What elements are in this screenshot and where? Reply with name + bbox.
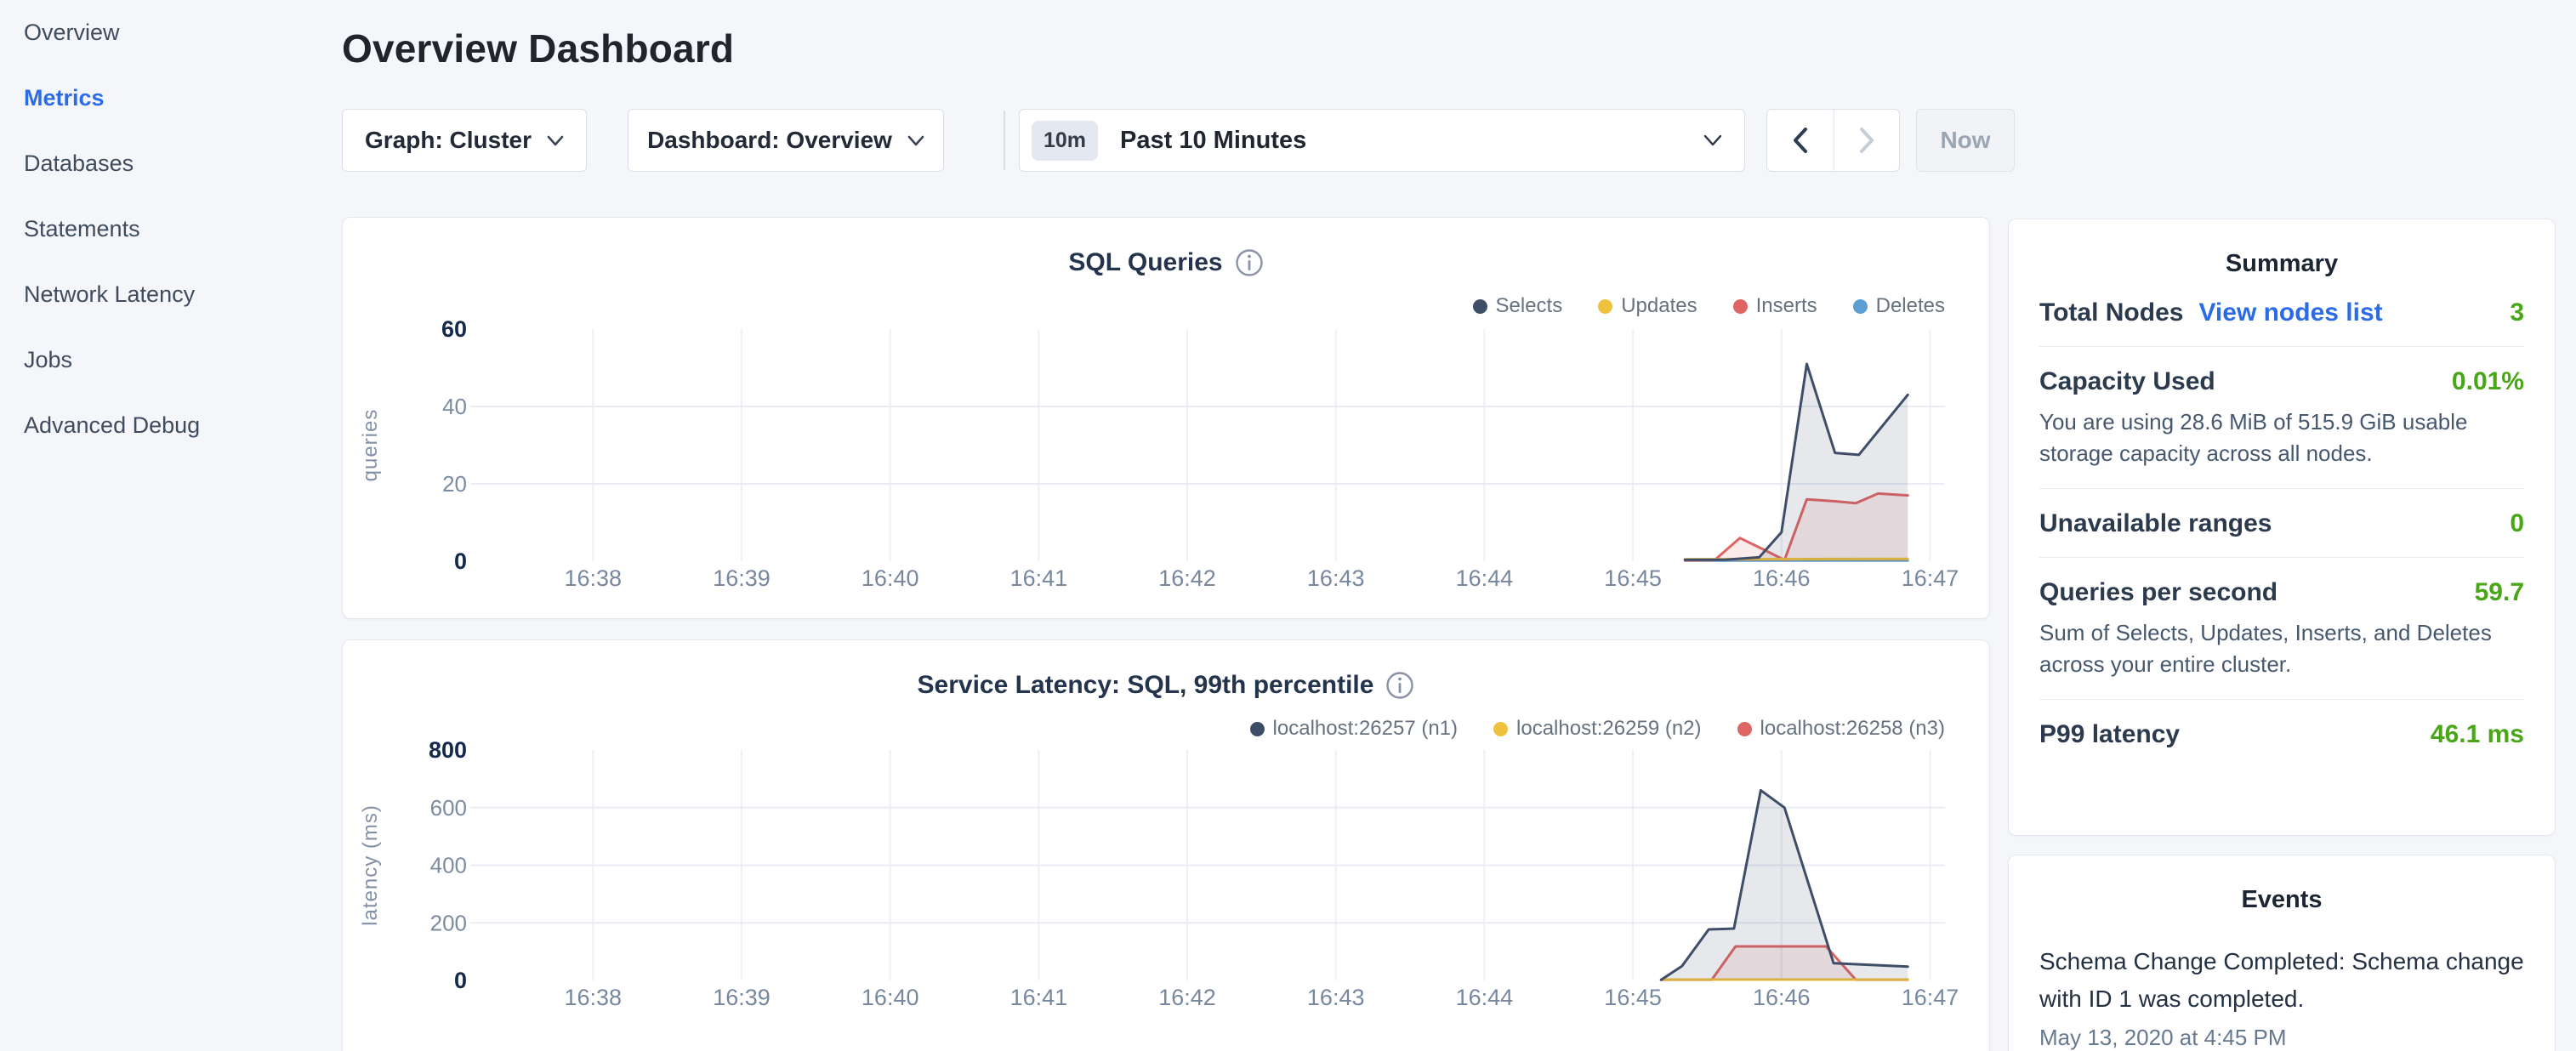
summary-value: 59.7 [2475,578,2524,607]
svg-text:16:41: 16:41 [1010,985,1068,1010]
svg-text:16:45: 16:45 [1604,985,1662,1010]
svg-text:16:42: 16:42 [1158,565,1216,591]
dashboard-dropdown[interactable]: Dashboard: Overview [628,109,944,172]
page-title: Overview Dashboard [342,26,734,71]
svg-text:16:47: 16:47 [1902,565,1959,591]
svg-text:0: 0 [454,548,467,574]
summary-label: Unavailable ranges [2039,509,2272,538]
svg-text:16:39: 16:39 [713,985,771,1010]
svg-text:16:40: 16:40 [862,985,919,1010]
service-latency-chart: 16:38 16:39 16:40 16:41 16:42 16:43 16:44 16:45… [343,640,1991,1051]
svg-text:16:45: 16:45 [1604,565,1662,591]
chevron-down-icon [547,135,564,146]
now-button[interactable]: Now [1916,109,2015,172]
prev-range-button[interactable] [1767,110,1834,171]
sidebar-item-databases[interactable]: Databases [0,131,340,196]
summary-label: Capacity Used [2039,367,2215,396]
svg-text:16:38: 16:38 [565,985,623,1010]
summary-value: 3 [2510,298,2524,327]
chevron-right-icon [1859,128,1874,153]
sidebar-item-metrics[interactable]: Metrics [0,65,340,131]
sidebar: Overview Metrics Databases Statements Ne… [0,0,340,1051]
time-step-buttons [1766,109,1900,172]
summary-panel: Summary Total Nodes View nodes list 3 Ca… [2008,219,2556,836]
svg-text:16:44: 16:44 [1456,565,1514,591]
service-latency-chart-card: Service Latency: SQL, 99th percentile lo… [342,639,1990,1051]
svg-text:16:46: 16:46 [1753,985,1811,1010]
event-timestamp: May 13, 2020 at 4:45 PM [2039,1025,2524,1051]
summary-row-p99-latency: P99 latency 46.1 ms [2039,700,2524,768]
sidebar-item-advanced-debug[interactable]: Advanced Debug [0,393,340,458]
time-range-label: Past 10 Minutes [1120,127,1703,155]
svg-text:20: 20 [442,471,467,497]
sidebar-item-statements[interactable]: Statements [0,196,340,262]
svg-text:16:40: 16:40 [862,565,919,591]
svg-text:40: 40 [442,394,467,419]
chevron-left-icon [1793,128,1808,153]
chevron-down-icon [907,135,924,146]
sql-queries-chart: 16:38 16:39 16:40 16:41 16:42 16:43 16:44 16:45… [343,218,1991,620]
overview-dashboard-page: Overview Metrics Databases Statements Ne… [0,0,2576,1051]
graph-dropdown[interactable]: Graph: Cluster [342,109,587,172]
summary-label: P99 latency [2039,720,2180,749]
svg-text:16:39: 16:39 [713,565,771,591]
svg-text:queries: queries [359,409,382,482]
summary-row-unavailable-ranges: Unavailable ranges 0 [2039,489,2524,558]
svg-text:16:38: 16:38 [565,565,623,591]
event-message: Schema Change Completed: Schema change w… [2039,943,2524,1018]
sql-queries-chart-card: SQL Queries SelectsUpdatesInsertsDeletes… [342,217,1990,619]
sidebar-item-overview[interactable]: Overview [0,0,340,65]
sidebar-item-jobs[interactable]: Jobs [0,327,340,393]
svg-text:16:47: 16:47 [1902,985,1959,1010]
view-nodes-list-link[interactable]: View nodes list [2198,298,2382,327]
svg-text:16:46: 16:46 [1753,565,1811,591]
svg-text:16:41: 16:41 [1010,565,1068,591]
summary-row-total-nodes: Total Nodes View nodes list 3 [2039,278,2524,347]
dashboard-dropdown-label: Dashboard: Overview [647,127,892,154]
svg-text:latency (ms): latency (ms) [359,804,382,926]
svg-text:400: 400 [430,853,467,878]
next-range-button[interactable] [1834,110,1900,171]
events-heading: Events [2039,886,2524,914]
svg-text:200: 200 [430,910,467,935]
summary-value: 46.1 ms [2431,720,2524,749]
svg-text:800: 800 [429,737,467,763]
time-range-selector[interactable]: 10m Past 10 Minutes [1019,109,1745,172]
summary-label: Total Nodes [2039,298,2183,327]
chevron-down-icon [1703,134,1722,146]
svg-text:0: 0 [454,968,467,993]
svg-text:60: 60 [441,316,467,342]
svg-text:16:43: 16:43 [1307,565,1365,591]
toolbar-divider [1004,111,1005,170]
events-panel: Events Schema Change Completed: Schema c… [2008,855,2556,1051]
summary-value: 0 [2510,509,2524,538]
toolbar: Graph: Cluster Dashboard: Overview 10m P… [342,109,2043,172]
graph-dropdown-label: Graph: Cluster [365,127,532,154]
svg-text:16:43: 16:43 [1307,985,1365,1010]
summary-heading: Summary [2039,250,2524,278]
summary-row-queries-per-second: Queries per second 59.7 Sum of Selects, … [2039,558,2524,700]
sidebar-item-network-latency[interactable]: Network Latency [0,262,340,327]
summary-value: 0.01% [2452,367,2524,396]
svg-text:16:44: 16:44 [1456,985,1514,1010]
time-range-badge: 10m [1032,121,1098,161]
summary-label: Queries per second [2039,578,2277,607]
summary-subtext: You are using 28.6 MiB of 515.9 GiB usab… [2039,406,2524,469]
svg-text:16:42: 16:42 [1158,985,1216,1010]
summary-row-capacity-used: Capacity Used 0.01% You are using 28.6 M… [2039,347,2524,489]
svg-text:600: 600 [430,795,467,821]
summary-subtext: Sum of Selects, Updates, Inserts, and De… [2039,617,2524,680]
